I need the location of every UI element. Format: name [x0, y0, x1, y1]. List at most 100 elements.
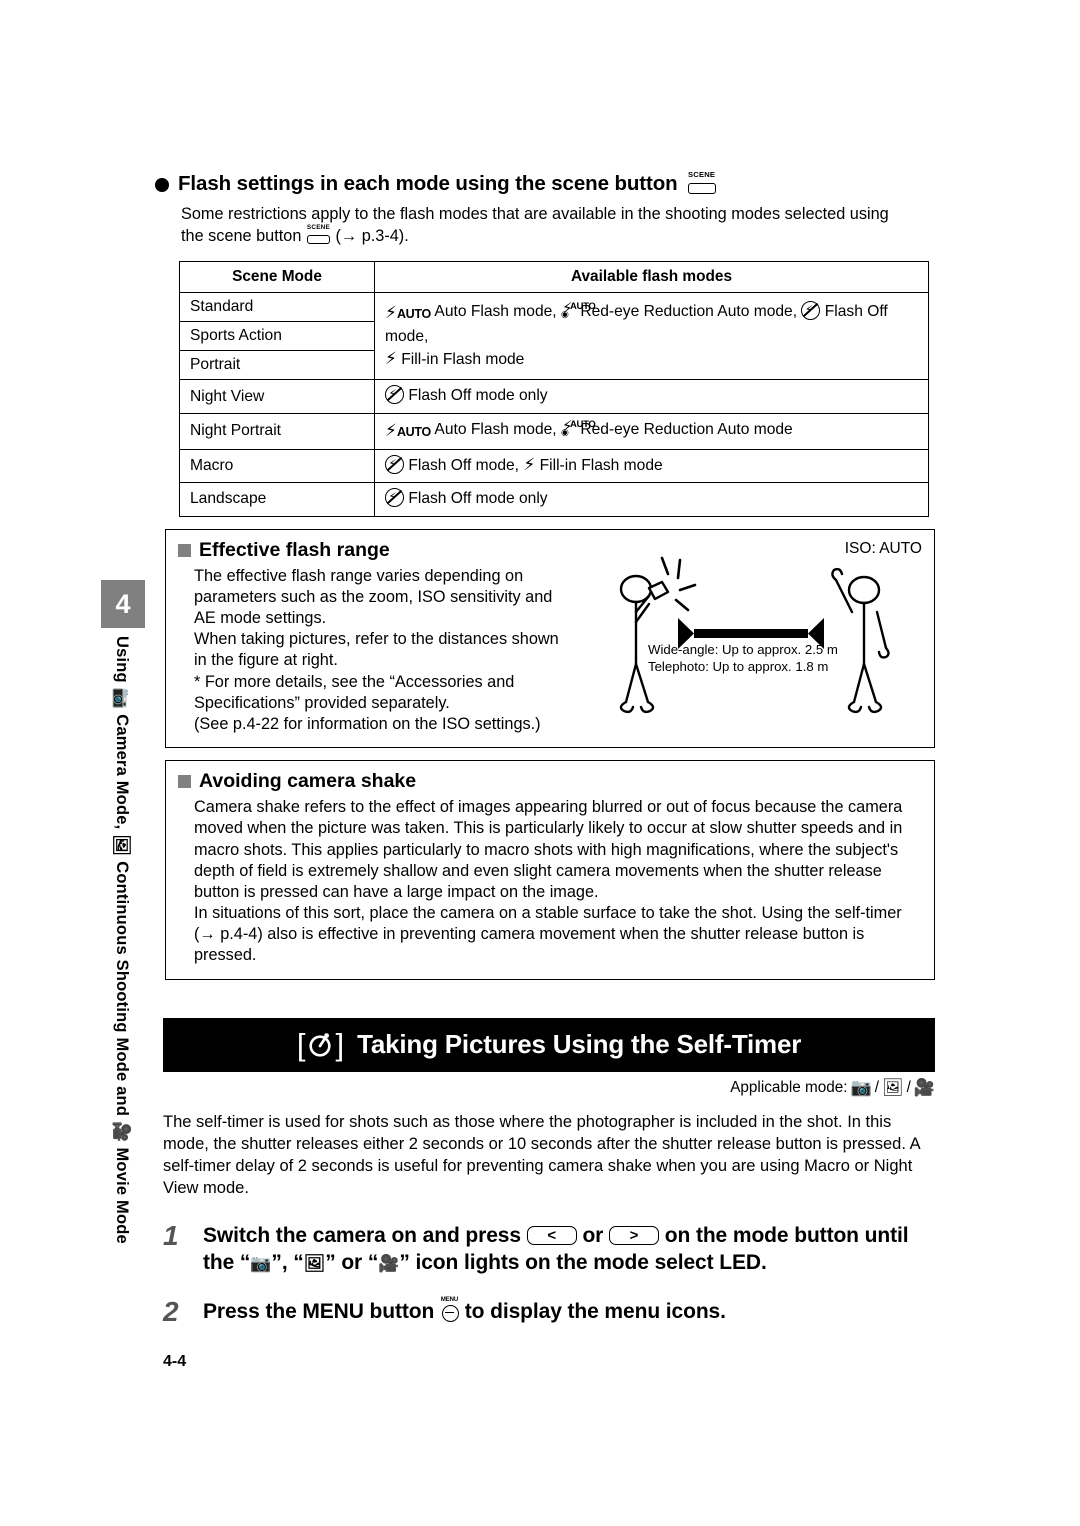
flash-off-icon: [801, 301, 821, 321]
effective-flash-range-box: Effective flash range The effective flas…: [165, 528, 935, 749]
cell-scene-night-portrait: Night Portrait: [179, 412, 375, 450]
effective-flash-range-text: The effective flash range varies dependi…: [166, 562, 596, 747]
avoiding-camera-shake-box: Avoiding camera shake Camera shake refer…: [165, 760, 935, 980]
camera-shake-text: Camera shake refers to the effect of ima…: [166, 793, 934, 978]
table-row: Macro Flash Off mode, ⚡ Fill-in Flash mo…: [179, 448, 929, 484]
flash-auto-icon: ⚡AUTO: [385, 303, 431, 323]
square-marker-icon: [178, 775, 191, 789]
column-header-scene-mode: Scene Mode: [179, 261, 375, 294]
effective-flash-range-title: Effective flash range: [199, 538, 390, 561]
scene-button-icon: SCENE: [687, 171, 717, 195]
mode-button-left-key[interactable]: <: [526, 1225, 577, 1245]
step-1-part-3: ”, “: [271, 1250, 304, 1274]
cell-scene-macro: Macro: [179, 448, 375, 484]
telephoto-distance: Telephoto: Up to approx. 1.8 m: [648, 658, 829, 674]
step-1-text: Switch the camera on and press < or > on…: [203, 1222, 935, 1277]
step-1: 1 Switch the camera on and press < or > …: [163, 1219, 935, 1277]
flash-settings-heading-text: Flash settings in each mode using the sc…: [178, 172, 678, 195]
table-row: Standard ⚡AUTO Auto Flash mode, ⚡ AUTO ◉ R…: [179, 292, 929, 381]
page-content: Flash settings in each mode using the sc…: [155, 0, 945, 1371]
continuous-shooting-icon: 🖼: [881, 1078, 904, 1098]
effective-flash-range-title-row: Effective flash range: [166, 530, 596, 562]
table-row: Night Portrait ⚡AUTO Auto Flash mode, ⚡ A…: [179, 412, 929, 450]
cell-scene-standard: Standard: [179, 292, 375, 323]
flash-fillin-label: Fill-in Flash mode: [539, 456, 663, 474]
continuous-shooting-icon: 🖼: [303, 1253, 326, 1273]
menu-button-icon[interactable]: MENU: [440, 1297, 459, 1323]
flash-redeye-label: Red-eye Reduction Auto mode: [580, 420, 793, 438]
table-row: Night View Flash Off mode only: [179, 379, 929, 414]
camera-icon: 📷: [112, 687, 132, 710]
flash-off-icon: [385, 488, 404, 508]
movie-icon: 🎥: [112, 1121, 132, 1143]
range-line-8: (See p.4-22 for information on the ISO s…: [194, 714, 541, 733]
range-line-6: * For more details, see the “Accessories…: [194, 672, 515, 691]
step-1-part-5: ” icon lights on the mode select LED.: [399, 1250, 767, 1274]
applicable-mode-label: Applicable mode:: [730, 1078, 848, 1096]
flash-auto-icon: ⚡AUTO: [385, 420, 431, 440]
cell-flash-macro: Flash Off mode, ⚡ Fill-in Flash mode: [374, 448, 929, 484]
step-2: 2 Press the MENU button MENU to display …: [163, 1296, 935, 1328]
chapter-rail: 4 Using 📷 Camera Mode, 🖼 Continuous Shoo…: [101, 580, 145, 1244]
camera-icon: 📷: [850, 1078, 872, 1098]
page-number: 4-4: [163, 1352, 187, 1370]
flash-fillin-label: Fill-in Flash mode: [401, 350, 525, 368]
rail-label-continuous: Continuous Shooting Mode and: [113, 861, 132, 1117]
scene-button-icon-inline: SCENE: [306, 224, 331, 245]
flash-settings-intro: Some restrictions apply to the flash mod…: [181, 204, 926, 247]
cell-scene-landscape: Landscape: [179, 482, 375, 517]
flash-off-only-label: Flash Off mode only: [408, 387, 548, 405]
step-1-number: 1: [163, 1219, 179, 1251]
movie-icon: 🎥: [913, 1078, 935, 1098]
table-row: Landscape Flash Off mode only: [179, 482, 929, 517]
intro-line-2-post: (→ p.3-4).: [335, 226, 409, 245]
intro-line-1: Some restrictions apply to the flash mod…: [181, 205, 889, 223]
flash-off-icon: [385, 385, 404, 405]
step-2-part-1: Press the MENU button: [203, 1300, 435, 1324]
cell-flash-modes-group1: ⚡AUTO Auto Flash mode, ⚡ AUTO ◉ Red-eye Re…: [374, 292, 929, 381]
flash-off-label: Flash Off mode,: [408, 456, 519, 474]
movie-icon: 🎥: [378, 1253, 400, 1273]
flash-auto-label: Auto Flash mode,: [434, 420, 557, 438]
range-line-4: When taking pictures, refer to the dista…: [194, 630, 559, 649]
range-line-5: in the figure at right.: [194, 651, 338, 670]
self-timer-banner: [ ] Taking Pictures Using the Self-Timer: [163, 1017, 935, 1072]
bullet-dot-icon: [155, 177, 169, 192]
step-1-part-4: ” or “: [325, 1250, 379, 1274]
self-timer-lead-paragraph: The self-timer is used for shots such as…: [163, 1112, 920, 1198]
flash-off-icon: [385, 454, 404, 474]
chapter-rail-text: Using 📷 Camera Mode, 🖼 Continuous Shooti…: [100, 636, 144, 1376]
flash-distance-labels: Wide-angle: Up to approx. 2.5 m Telephot…: [648, 642, 838, 676]
step-2-part-2: to display the menu icons.: [464, 1300, 726, 1324]
flash-off-only-label: Flash Off mode only: [408, 490, 548, 508]
wide-angle-distance: Wide-angle: Up to approx. 2.5 m: [648, 641, 838, 657]
rail-label-movie-mode: Movie Mode: [113, 1147, 132, 1244]
applicable-mode-row: Applicable mode: 📷 / 🖼 / 🎥: [730, 1078, 935, 1098]
camera-shake-title-row: Avoiding camera shake: [166, 761, 934, 793]
cell-flash-night-portrait: ⚡AUTO Auto Flash mode, ⚡ AUTO ◉ Red-eye Re…: [374, 412, 929, 450]
table-header-row: Scene Mode Available flash modes: [179, 261, 929, 294]
rail-label-using: Using: [113, 636, 132, 683]
chapter-number-badge: 4: [101, 580, 145, 628]
step-2-number: 2: [163, 1296, 179, 1328]
range-line-1: The effective flash range varies dependi…: [194, 566, 524, 585]
self-timer-banner-title: Taking Pictures Using the Self-Timer: [357, 1029, 802, 1060]
camera-shake-paragraph-1: Camera shake refers to the effect of ima…: [194, 798, 903, 901]
camera-icon: 📷: [250, 1253, 272, 1273]
intro-line-2-pre: the scene button: [181, 226, 302, 245]
range-line-3: AE mode settings.: [194, 609, 327, 628]
red-eye-reduction-icon: ⚡ AUTO ◉: [560, 300, 596, 320]
camera-shake-paragraph-2: In situations of this sort, place the ca…: [194, 904, 902, 965]
flash-fillin-icon: ⚡: [385, 348, 397, 368]
rail-label-camera-mode: Camera Mode,: [113, 714, 132, 830]
flash-range-figure: ISO: AUTO Wide-angle: Up to approx. 2.5 …: [596, 530, 934, 747]
flash-auto-label: Auto Flash mode,: [434, 303, 557, 321]
stick-figure-scene: [596, 556, 926, 724]
self-timer-icon: [ ]: [296, 1027, 345, 1063]
mode-button-right-key[interactable]: >: [609, 1225, 659, 1245]
step-1-or: or: [582, 1223, 604, 1247]
flash-modes-table: Scene Mode Available flash modes Standar…: [179, 261, 929, 517]
step-2-text: Press the MENU button MENU to display th…: [203, 1297, 726, 1325]
flash-fillin-icon: ⚡: [523, 454, 536, 474]
cell-flash-landscape: Flash Off mode only: [374, 482, 929, 517]
